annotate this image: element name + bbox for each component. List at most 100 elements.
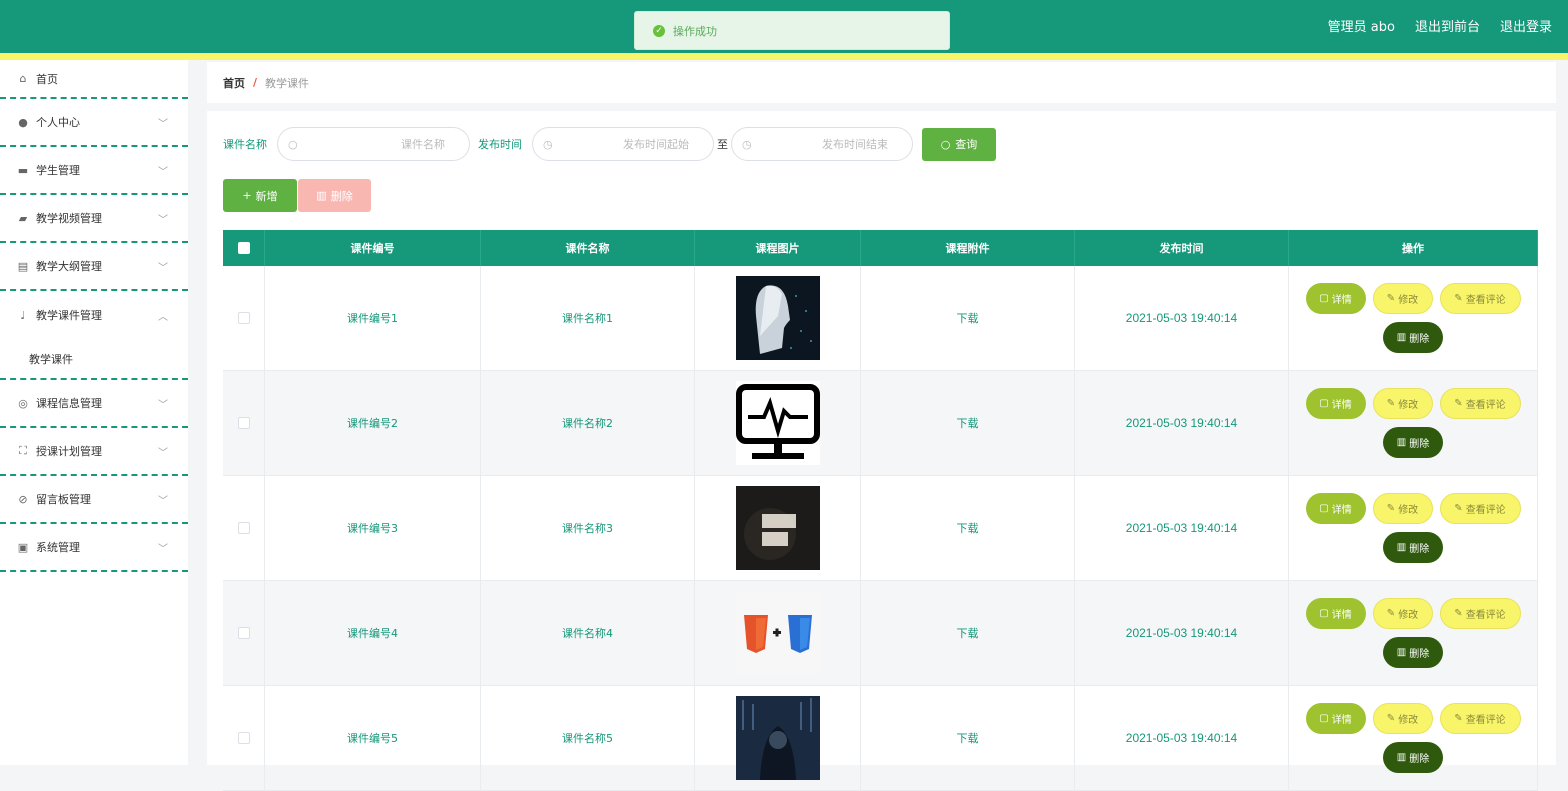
courseware-id: 课件编号4	[265, 581, 481, 685]
course-image-monitor-pulse[interactable]	[735, 381, 820, 465]
sidebar-item-message-board[interactable]: ⊘ 留言板管理 ﹀	[0, 476, 188, 524]
select-all-checkbox[interactable]	[237, 242, 250, 254]
attachment-download-link[interactable]: 下载	[861, 371, 1075, 475]
view-comments-button[interactable]: ✎ 查看评论	[1439, 493, 1521, 524]
edit-button[interactable]: ✎ 修改	[1372, 598, 1433, 629]
row-checkbox[interactable]	[237, 312, 250, 324]
row-checkbox[interactable]	[237, 522, 250, 534]
chevron-down-icon: ﹀	[158, 543, 168, 555]
header-select-all[interactable]	[223, 230, 265, 266]
review-label: 查看评论	[1465, 715, 1506, 726]
breadcrumb-home[interactable]: 首页	[223, 75, 245, 91]
row-checkbox[interactable]	[237, 417, 250, 429]
start-time-input[interactable]: ◷ 发布时间起始	[532, 127, 714, 161]
view-comments-button[interactable]: ✎ 查看评论	[1439, 703, 1521, 734]
pencil-icon: ✎	[1386, 608, 1396, 619]
breadcrumb-current: 教学课件	[265, 76, 310, 90]
courseware-name: 课件名称2	[481, 371, 695, 475]
logout-link[interactable]: 退出登录	[1500, 16, 1552, 35]
edit-button[interactable]: ✎ 修改	[1372, 703, 1433, 734]
sidebar-item-course-info[interactable]: ◎ 课程信息管理 ﹀	[0, 380, 188, 428]
front-link[interactable]: 退出到前台	[1415, 16, 1480, 35]
row-checkbox[interactable]	[237, 627, 250, 639]
chevron-down-icon: ﹀	[158, 447, 168, 459]
detail-label: 详情	[1331, 715, 1352, 726]
course-image-html5-css3-logos[interactable]	[735, 591, 820, 675]
time-label: 发布时间	[478, 138, 522, 151]
chevron-down-icon: ﹀	[158, 118, 168, 130]
frame-icon: ⛶	[19, 444, 27, 457]
attachment-download-link[interactable]: 下载	[861, 686, 1075, 790]
clock-icon: ◷	[742, 137, 752, 151]
review-label: 查看评论	[1465, 400, 1506, 411]
sidebar-item-label: 课程信息管理	[36, 397, 102, 410]
detail-button[interactable]: ▢ 详情	[1305, 283, 1366, 314]
search-icon: ○	[940, 137, 951, 151]
document-icon: ▢	[1319, 503, 1329, 514]
detail-button[interactable]: ▢ 详情	[1305, 703, 1366, 734]
course-image-hacker[interactable]	[735, 696, 820, 780]
sidebar-item-videos[interactable]: ▰ 教学视频管理 ﹀	[0, 195, 188, 243]
admin-label[interactable]: 管理员 abo	[1328, 16, 1395, 35]
sidebar-item-students[interactable]: ▬ 学生管理 ﹀	[0, 147, 188, 195]
sidebar-subitem-courseware[interactable]: 教学课件	[0, 339, 188, 380]
home-icon: ⌂	[19, 72, 27, 85]
delete-button[interactable]: ▥ 删除	[1383, 322, 1443, 353]
box-icon: ▣	[17, 540, 29, 554]
edit-button[interactable]: ✎ 修改	[1372, 388, 1433, 419]
query-button[interactable]: ○ 查询	[922, 127, 996, 161]
detail-button[interactable]: ▢ 详情	[1305, 388, 1366, 419]
delete-button[interactable]: ▥ 删除	[1383, 637, 1443, 668]
publish-time: 2021-05-03 19:40:14	[1075, 581, 1289, 685]
remove-label: 删除	[1409, 754, 1430, 765]
view-comments-button[interactable]: ✎ 查看评论	[1439, 598, 1521, 629]
detail-button[interactable]: ▢ 详情	[1305, 598, 1366, 629]
chevron-up-icon: ︿	[158, 311, 168, 323]
delete-button[interactable]: ▥ 删除	[1383, 532, 1443, 563]
table-row: 课件编号5 课件名称5 下载 2021-05-03 19:40:14 ▢ 详情 ✎…	[223, 686, 1538, 791]
top-right-links: 管理员 abo 退出到前台 退出登录	[1328, 16, 1552, 35]
edit-button[interactable]: ✎ 修改	[1372, 493, 1433, 524]
end-time-input[interactable]: ◷ 发布时间结束	[731, 127, 913, 161]
edit-label: 修改	[1398, 505, 1419, 516]
attachment-download-link[interactable]: 下载	[861, 581, 1075, 685]
search-form: 课件名称 ○ 课件名称 发布时间 ◷ 发布时间起始 至 ◷ 发布时间结束 ○ 查…	[223, 127, 996, 161]
chevron-down-icon: ﹀	[158, 166, 168, 178]
course-image-html5-css3-dark[interactable]	[735, 486, 820, 570]
delete-button[interactable]: ▥ 删除	[1383, 742, 1443, 773]
sidebar-item-system[interactable]: ▣ 系统管理 ﹀	[0, 524, 188, 572]
sidebar-item-home[interactable]: ⌂ 首页	[0, 60, 188, 99]
search-icon: ○	[288, 137, 298, 151]
edit-button[interactable]: ✎ 修改	[1372, 283, 1433, 314]
document-icon: ▢	[1319, 713, 1329, 724]
publish-time: 2021-05-03 19:40:14	[1075, 686, 1289, 790]
name-search-input[interactable]: ○ 课件名称	[277, 127, 470, 161]
breadcrumb-separator: /	[253, 76, 258, 89]
view-comments-button[interactable]: ✎ 查看评论	[1439, 283, 1521, 314]
main-panel: 课件名称 ○ 课件名称 发布时间 ◷ 发布时间起始 至 ◷ 发布时间结束 ○ 查…	[207, 111, 1556, 791]
view-comments-button[interactable]: ✎ 查看评论	[1439, 388, 1521, 419]
trash-icon: ▥	[1396, 332, 1407, 343]
course-image-ai-face[interactable]	[735, 276, 820, 360]
courseware-name: 课件名称5	[481, 686, 695, 790]
sidebar-item-teaching-plan[interactable]: ⛶ 授课计划管理 ﹀	[0, 428, 188, 476]
sidebar-item-syllabus[interactable]: ▤ 教学大纲管理 ﹀	[0, 243, 188, 291]
pencil-icon: ✎	[1386, 503, 1396, 514]
sidebar-item-profile[interactable]: ● 个人中心 ﹀	[0, 99, 188, 147]
sidebar: ⌂ 首页 ● 个人中心 ﹀ ▬ 学生管理 ﹀ ▰ 教学视频管理 ﹀ ▤ 教学大纲…	[0, 60, 188, 765]
chevron-down-icon: ﹀	[158, 495, 168, 507]
attachment-download-link[interactable]: 下载	[861, 476, 1075, 580]
publish-time: 2021-05-03 19:40:14	[1075, 476, 1289, 580]
pencil-icon: ✎	[1454, 398, 1463, 409]
detail-button[interactable]: ▢ 详情	[1305, 493, 1366, 524]
batch-delete-button[interactable]: ▥ 删除	[298, 179, 371, 212]
chevron-down-icon: ﹀	[158, 214, 168, 226]
sidebar-item-courseware[interactable]: ♩ 教学课件管理 ︿	[0, 291, 188, 339]
attachment-download-link[interactable]: 下载	[861, 266, 1075, 370]
add-button[interactable]: + 新增	[223, 179, 297, 212]
row-checkbox[interactable]	[237, 732, 250, 744]
message-off-icon: ⊘	[18, 492, 28, 506]
sidebar-item-label: 授课计划管理	[36, 445, 102, 458]
delete-button[interactable]: ▥ 删除	[1383, 427, 1443, 458]
chevron-down-icon: ﹀	[158, 399, 168, 411]
